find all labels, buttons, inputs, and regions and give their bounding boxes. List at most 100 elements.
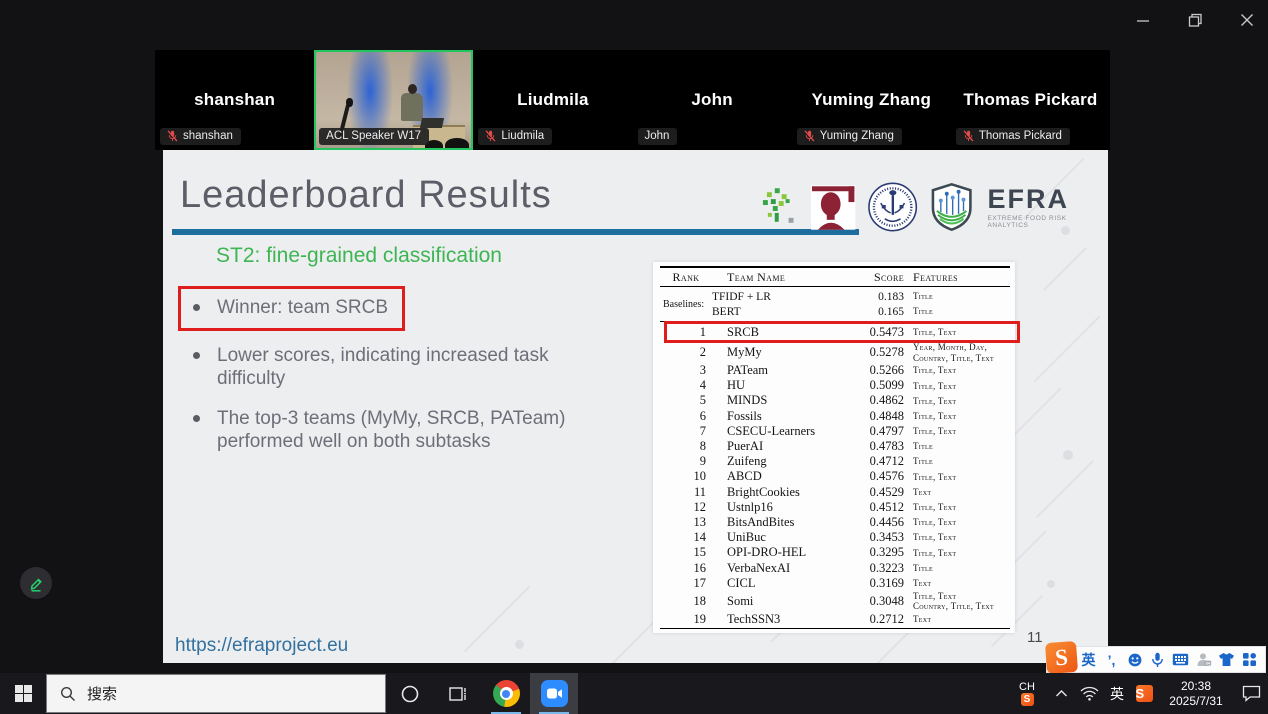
cell-team: Ustnlp16	[712, 500, 858, 515]
bullet-item: Winner: team SRCB	[178, 286, 405, 331]
system-tray: CH S 英 S 20:38 2025/7/31	[1006, 673, 1268, 714]
tray-language-indicator[interactable]: CH S	[1006, 681, 1048, 706]
tray-ime-language[interactable]: 英	[1104, 684, 1130, 704]
restore-icon[interactable]	[1184, 8, 1206, 32]
zoom-app-icon	[541, 680, 568, 707]
cell-team: OPI-DRO-HEL	[712, 545, 858, 560]
participant-badge: shanshan	[160, 128, 241, 145]
cell-features: Title, Text Country, Title, Text	[906, 591, 1010, 612]
cell-rank: 15	[660, 545, 712, 560]
cell-team: HU	[712, 378, 858, 393]
cell-rank: 10	[660, 469, 712, 484]
action-center-button[interactable]	[1234, 685, 1268, 702]
participant-badge-label: Thomas Pickard	[979, 130, 1062, 142]
cell-features: Title, Text	[906, 548, 1010, 559]
cell-rank: 3	[660, 363, 712, 378]
ime-skin-icon[interactable]	[1215, 652, 1238, 667]
ime-language-toggle[interactable]: 英	[1077, 650, 1100, 670]
cell-score: 0.4797	[858, 424, 906, 439]
baselines-label: Baselines:	[660, 289, 712, 319]
task-view-button[interactable]	[434, 673, 482, 714]
pixel-tree-logo-icon	[759, 186, 800, 228]
zoom-taskbar-button[interactable]	[530, 673, 578, 714]
cortana-icon	[400, 684, 420, 704]
tray-clock[interactable]: 20:38 2025/7/31	[1158, 679, 1234, 709]
start-button[interactable]	[0, 673, 46, 714]
tray-sogou-button[interactable]: S	[1130, 685, 1158, 702]
cell-features: Title, Text	[906, 327, 1010, 338]
task-view-icon	[448, 684, 468, 704]
table-row: 5 MINDS 0.4862 Title, Text	[660, 393, 1010, 408]
table-body: 1 SRCB 0.5473 Title, Text 2 MyMy 0.5278 …	[660, 322, 1010, 627]
cell-features: Title, Text	[906, 426, 1010, 437]
table-row: 10 ABCD 0.4576 Title, Text	[660, 469, 1010, 484]
stockholm-university-seal-icon	[867, 181, 918, 233]
sogou-logo-icon[interactable]: S	[1045, 640, 1078, 673]
minimize-icon[interactable]	[1132, 8, 1154, 32]
wifi-status-button[interactable]	[1074, 686, 1104, 701]
participant-badge: Thomas Pickard	[956, 128, 1070, 145]
cell-team: PATeam	[712, 363, 858, 378]
participant-tile[interactable]: Yuming Zhang Yuming Zhang	[792, 50, 951, 150]
cell-rank: 5	[660, 393, 712, 408]
cell-rank: 17	[660, 576, 712, 591]
bullet-list: Winner: team SRCB Lower scores, indicati…	[193, 286, 613, 469]
cell-features: Text	[906, 578, 1010, 589]
ime-toolbox-icon[interactable]	[1238, 652, 1261, 667]
participant-tile[interactable]: Liudmila Liudmila	[473, 50, 632, 150]
cell-score: 0.4576	[858, 469, 906, 484]
bullet-text: Lower scores, indicating increased task …	[217, 344, 569, 390]
cell-features: Title, Text	[906, 502, 1010, 513]
muted-mic-icon	[804, 130, 815, 142]
tray-language-code: CH	[1006, 681, 1048, 693]
participant-tile[interactable]: ACL Speaker W17 ACL Speaker W17	[314, 50, 473, 150]
chrome-taskbar-button[interactable]	[482, 673, 530, 714]
cell-team: BitsAndBites	[712, 515, 858, 530]
ime-emoji-icon[interactable]	[1123, 652, 1146, 668]
tray-time: 20:38	[1158, 679, 1234, 694]
annotate-pencil-button[interactable]	[20, 567, 52, 599]
table-row: 1 SRCB 0.5473 Title, Text	[660, 322, 1010, 342]
cell-team: MyMy	[712, 345, 858, 360]
cell-team: UniBuc	[712, 530, 858, 545]
slide-url[interactable]: https://efraproject.eu	[175, 635, 348, 657]
cell-features: Text	[906, 614, 1010, 625]
sogou-tray-icon: S	[1136, 685, 1153, 702]
participant-badge: Yuming Zhang	[797, 128, 902, 145]
cell-rank: 8	[660, 439, 712, 454]
leaderboard-table: Rank Team Name Score Features Baselines:…	[653, 262, 1015, 633]
ime-soft-keyboard-icon[interactable]	[1169, 653, 1192, 666]
cell-score: 0.5266	[858, 363, 906, 378]
cell-rank: 7	[660, 424, 712, 439]
cell-score: 0.4783	[858, 439, 906, 454]
participant-tile[interactable]: Thomas Pickard Thomas Pickard	[951, 50, 1110, 150]
cell-team: CICL	[712, 576, 858, 591]
cell-team: VerbaNexAI	[712, 561, 858, 576]
cell-rank: 4	[660, 378, 712, 393]
cell-rank: 2	[660, 345, 712, 360]
participant-badge: Liudmila	[478, 128, 552, 145]
cell-features: Title	[906, 456, 1010, 467]
taskbar-search-input[interactable]: 搜索	[46, 674, 386, 713]
ime-account-icon[interactable]: 34	[1192, 652, 1215, 667]
baseline-features: Title	[906, 291, 1010, 302]
cell-score: 0.3453	[858, 530, 906, 545]
table-row: 18 Somi 0.3048 Title, Text Country, Titl…	[660, 591, 1010, 612]
window-controls	[1132, 8, 1258, 32]
close-icon[interactable]	[1236, 8, 1258, 32]
classical-bust-logo-icon	[811, 185, 855, 230]
ime-punctuation-toggle[interactable]: ’,	[1100, 652, 1123, 668]
cortana-button[interactable]	[386, 673, 434, 714]
table-row: 3 PATeam 0.5266 Title, Text	[660, 363, 1010, 378]
tray-expand-button[interactable]	[1048, 689, 1074, 698]
table-row: 14 UniBuc 0.3453 Title, Text	[660, 530, 1010, 545]
slide-subtitle: ST2: fine-grained classification	[216, 244, 502, 268]
table-header-row: Rank Team Name Score Features	[660, 266, 1010, 287]
search-icon	[60, 686, 76, 702]
cell-features: Title, Text	[906, 411, 1010, 422]
ime-voice-input-icon[interactable]	[1146, 652, 1169, 668]
participant-tile[interactable]: shanshan shanshan	[155, 50, 314, 150]
cell-features: Title, Text	[906, 365, 1010, 376]
bullet-dot-icon	[193, 352, 200, 359]
participant-tile[interactable]: John John	[633, 50, 792, 150]
